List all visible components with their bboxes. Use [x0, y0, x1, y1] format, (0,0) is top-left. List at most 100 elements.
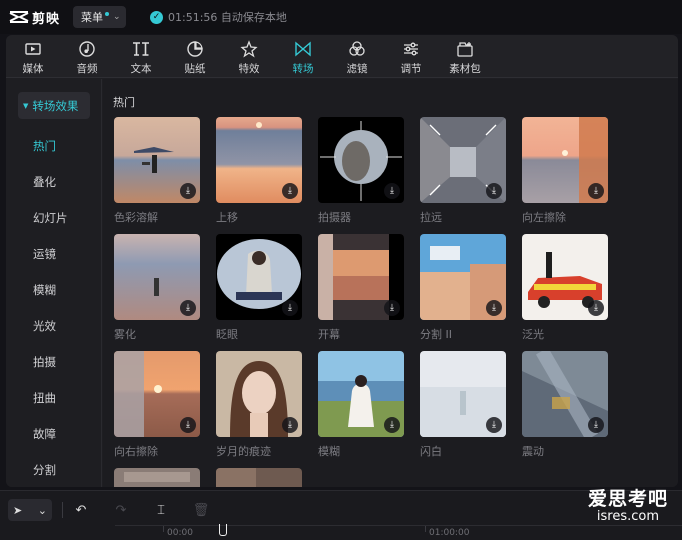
download-icon[interactable]: ⤓ — [588, 417, 604, 433]
tab-transition[interactable]: 转场 — [276, 35, 330, 78]
divider — [62, 502, 63, 518]
effect-label: 开幕 — [318, 328, 340, 341]
sidebar-item-hot[interactable]: 热门 — [33, 138, 56, 154]
tab-material-pack[interactable]: 素材包 — [438, 35, 492, 78]
split-icon[interactable]: ⌶ — [153, 502, 169, 518]
effect-label: 雾化 — [114, 328, 136, 341]
effect-card[interactable]: ⤓ 岁月的痕迹 — [216, 351, 302, 459]
effect-card[interactable]: ⤓ 雾化 — [114, 234, 200, 342]
tab-sticker[interactable]: 贴纸 — [168, 35, 222, 78]
title-bar: 剪映 菜单 ⌄ ✓ 01:51:56 自动保存本地 — [0, 0, 682, 34]
effect-thumbnail: ⤓ — [318, 234, 404, 320]
effect-thumbnail: ⤓ — [114, 234, 200, 320]
effect-card[interactable]: ⤓ 震动 — [522, 351, 608, 459]
tab-text[interactable]: 文本 — [114, 35, 168, 78]
effect-card[interactable]: ⤓ 眨眼 — [216, 234, 302, 342]
effects-icon — [240, 40, 258, 58]
text-icon — [133, 42, 149, 56]
tab-label: 滤镜 — [346, 63, 368, 75]
select-tool-button[interactable]: ➤ ⌄ — [8, 499, 52, 521]
tick-label: 00:00 — [167, 528, 193, 538]
sidebar-item-blur[interactable]: 模糊 — [33, 282, 56, 298]
download-icon[interactable]: ⤓ — [588, 183, 604, 199]
tab-audio[interactable]: 音频 — [60, 35, 114, 78]
sidebar-item-camera-move[interactable]: 运镜 — [33, 246, 56, 262]
download-icon[interactable]: ⤓ — [282, 300, 298, 316]
effect-card[interactable]: ⤓ 拍摄器 — [318, 117, 404, 225]
effect-card[interactable]: ⤓ 闪白 — [420, 351, 506, 459]
app-name: 剪映 — [32, 11, 61, 27]
download-icon[interactable]: ⤓ — [282, 417, 298, 433]
effect-card[interactable]: ⤓ 向左擦除 — [522, 117, 608, 225]
effect-thumbnail: ⤓ — [216, 117, 302, 203]
category-sidebar: ▼ 转场效果 热门 叠化 幻灯片 运镜 模糊 光效 拍摄 扭曲 故障 分割 — [6, 79, 102, 487]
effects-grid: 热门 ⤓ 色彩溶解 ⤓ 上移 ⤓ 拍摄器 ⤓ 拉远 ⤓ 向左擦除 ⤓ 雾化 ⤓ … — [103, 79, 678, 487]
tab-effects[interactable]: 特效 — [222, 35, 276, 78]
effect-card[interactable]: ⤓ 拉远 — [420, 117, 506, 225]
timeline-ruler[interactable]: 00:00 01:00:00 — [115, 524, 682, 540]
redo-icon[interactable]: ↷ — [113, 502, 129, 518]
download-icon[interactable]: ⤓ — [486, 417, 502, 433]
menu-label: 菜单 — [81, 11, 104, 24]
effect-label: 上移 — [216, 211, 238, 224]
tab-label: 媒体 — [22, 63, 44, 75]
effect-card[interactable] — [114, 468, 200, 487]
tab-label: 贴纸 — [184, 63, 206, 75]
effect-thumbnail: ⤓ — [522, 351, 608, 437]
sidebar-item-split[interactable]: 分割 — [33, 462, 56, 478]
sidebar-item-dissolve[interactable]: 叠化 — [33, 174, 56, 190]
sidebar-item-slideshow[interactable]: 幻灯片 — [33, 210, 68, 226]
tab-label: 调节 — [400, 63, 422, 75]
delete-icon[interactable]: 🗑 — [193, 502, 210, 518]
effect-label: 向右擦除 — [114, 445, 158, 458]
effect-thumbnail: ⤓ — [318, 351, 404, 437]
download-icon[interactable]: ⤓ — [384, 417, 400, 433]
effect-label: 色彩溶解 — [114, 211, 158, 224]
tab-adjust[interactable]: 调节 — [384, 35, 438, 78]
download-icon[interactable]: ⤓ — [588, 300, 604, 316]
download-icon[interactable]: ⤓ — [384, 300, 400, 316]
download-icon[interactable]: ⤓ — [180, 300, 196, 316]
menu-button[interactable]: 菜单 ⌄ — [73, 6, 127, 28]
material-pack-icon — [457, 42, 473, 57]
tab-filter[interactable]: 滤镜 — [330, 35, 384, 78]
effect-thumbnail — [114, 468, 200, 487]
download-icon[interactable]: ⤓ — [180, 417, 196, 433]
sidebar-item-glitch[interactable]: 故障 — [33, 426, 56, 442]
undo-icon[interactable]: ↶ — [73, 502, 89, 518]
media-icon — [25, 43, 41, 55]
sidebar-header-transition-effects[interactable]: ▼ 转场效果 — [18, 92, 90, 119]
sidebar-item-light[interactable]: 光效 — [33, 318, 56, 334]
effect-label: 眨眼 — [216, 328, 238, 341]
effect-card[interactable] — [216, 468, 302, 487]
autosave-text: 01:51:56 自动保存本地 — [168, 11, 287, 24]
effect-label: 拍摄器 — [318, 211, 351, 224]
cursor-icon: ➤ — [13, 503, 23, 517]
effect-thumbnail: ⤓ — [420, 234, 506, 320]
download-icon[interactable]: ⤓ — [180, 183, 196, 199]
chevron-down-icon: ⌄ — [113, 12, 121, 22]
sidebar-item-shoot[interactable]: 拍摄 — [33, 354, 56, 370]
effect-label: 泛光 — [522, 328, 544, 341]
effect-card[interactable]: ⤓ 分割 II — [420, 234, 506, 342]
effect-label: 岁月的痕迹 — [216, 445, 271, 458]
tab-label: 音频 — [76, 63, 98, 75]
playhead[interactable] — [219, 524, 227, 536]
watermark-url: isres.com — [596, 509, 660, 524]
download-icon[interactable]: ⤓ — [486, 300, 502, 316]
tab-media[interactable]: 媒体 — [6, 35, 60, 78]
effect-card[interactable]: ⤓ 泛光 — [522, 234, 608, 342]
effect-card[interactable]: ⤓ 模糊 — [318, 351, 404, 459]
effect-label: 向左擦除 — [522, 211, 566, 224]
download-icon[interactable]: ⤓ — [384, 183, 400, 199]
download-icon[interactable]: ⤓ — [282, 183, 298, 199]
autosave-status: ✓ 01:51:56 自动保存本地 — [150, 9, 287, 25]
effect-card[interactable]: ⤓ 开幕 — [318, 234, 404, 342]
effect-card[interactable]: ⤓ 向右擦除 — [114, 351, 200, 459]
download-icon[interactable]: ⤓ — [486, 183, 502, 199]
effect-card[interactable]: ⤓ 上移 — [216, 117, 302, 225]
tab-label: 素材包 — [449, 63, 481, 75]
caret-down-icon: ▼ — [23, 101, 29, 110]
effect-card[interactable]: ⤓ 色彩溶解 — [114, 117, 200, 225]
sidebar-item-distort[interactable]: 扭曲 — [33, 390, 56, 406]
